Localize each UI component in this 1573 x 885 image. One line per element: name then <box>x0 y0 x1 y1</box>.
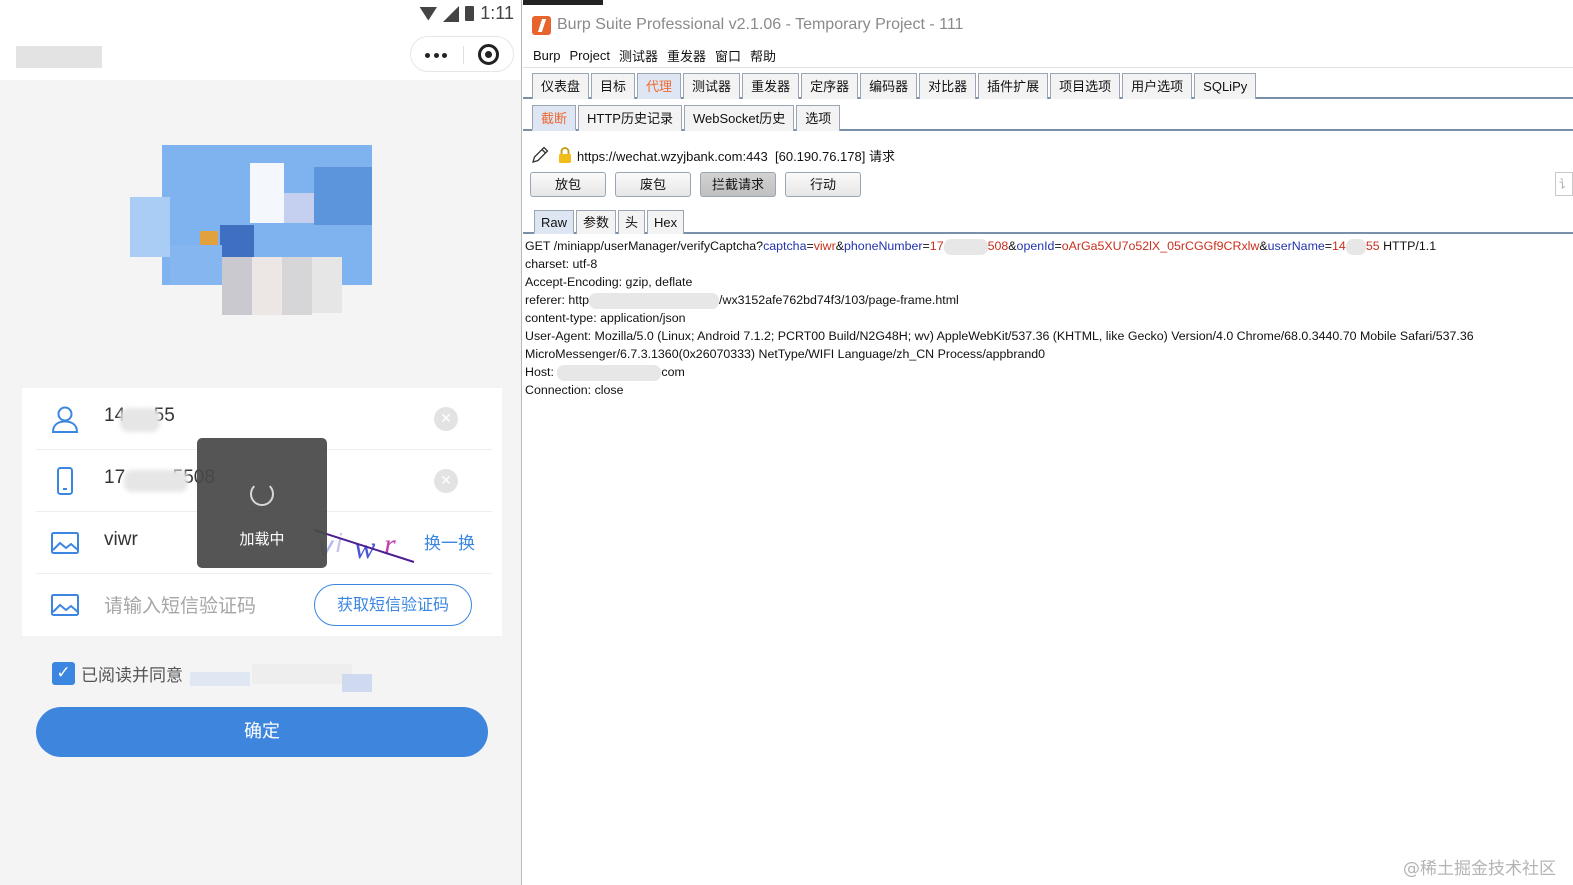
tab-headers[interactable]: 头 <box>618 210 646 234</box>
request-ip: [60.190.76.178] <box>775 149 866 164</box>
edit-pencil-icon[interactable] <box>530 145 550 165</box>
tab-intruder[interactable]: 测试器 <box>683 73 741 99</box>
request-target: https://wechat.wzyjbank.com:443 [60.190.… <box>577 146 895 165</box>
get-sms-code-button[interactable]: 获取短信验证码 <box>314 584 472 626</box>
wifi-icon <box>419 6 438 21</box>
signal-icon <box>443 5 460 22</box>
phone-icon <box>57 467 73 495</box>
tab-sqlipy[interactable]: SQLiPy <box>1194 73 1257 99</box>
agree-checkbox[interactable]: ✓ <box>52 661 75 685</box>
burp-logo-icon <box>532 16 551 35</box>
tab-decoder[interactable]: 编码器 <box>860 73 918 99</box>
header-connection: Connection: close <box>525 383 624 397</box>
clear-phone-icon[interactable]: ✕ <box>434 469 458 493</box>
proxy-tab-bar: 截断 HTTP历史记录 WebSocket历史 选项 <box>523 103 1573 131</box>
comment-field[interactable]: 讠 <box>1555 172 1573 196</box>
header-user-agent-cont: MicroMessenger/6.7.3.1360(0x26070333) Ne… <box>525 347 1046 361</box>
blurred-agreement-link[interactable] <box>190 664 390 692</box>
blurred-nav-title <box>16 46 102 68</box>
tab-sequencer[interactable]: 定序器 <box>801 73 859 99</box>
editor-tab-bar: Raw 参数 头 Hex <box>523 207 1573 234</box>
image-icon <box>51 532 79 554</box>
menu-project[interactable]: Project <box>569 48 609 63</box>
tab-params[interactable]: 参数 <box>576 210 617 234</box>
tab-extender[interactable]: 插件扩展 <box>978 73 1049 99</box>
tab-hex[interactable]: Hex <box>647 210 685 234</box>
status-bar: 1:11 <box>0 0 521 30</box>
agreement-row: ✓ 已阅读并同意 <box>52 661 183 686</box>
menu-repeater[interactable]: 重发器 <box>667 46 706 65</box>
mini-program-navbar <box>0 30 521 80</box>
request-line: GET /miniapp/userManager/verifyCaptcha?c… <box>525 238 1437 255</box>
drop-button[interactable]: 废包 <box>615 172 691 197</box>
tab-target[interactable]: 目标 <box>591 73 636 99</box>
menu-window[interactable]: 窗口 <box>715 46 741 65</box>
svg-text:i: i <box>336 528 343 558</box>
more-icon[interactable] <box>425 53 447 59</box>
loading-spinner-icon <box>250 482 274 506</box>
tab-intercept[interactable]: 截断 <box>532 105 577 131</box>
request-label: 请求 <box>868 149 895 164</box>
header-referer: referer: http/wx3152afe762bd74f3/103/pag… <box>525 292 959 309</box>
phone-screen: 1:11 14 55 ✕ 17 5508 ✕ viwr i r 换一换 请输入短… <box>0 0 522 885</box>
tab-websocket-history[interactable]: WebSocket历史 <box>683 105 795 131</box>
main-tab-bar: 仪表盘 目标 代理 测试器 重发器 定序器 编码器 对比器 插件扩展 项目选项 … <box>523 70 1573 99</box>
tab-http-history[interactable]: HTTP历史记录 <box>578 105 682 131</box>
blurred-logo <box>130 145 374 317</box>
user-icon <box>51 406 79 433</box>
tab-dashboard[interactable]: 仪表盘 <box>532 73 590 99</box>
status-time: 1:11 <box>480 3 514 23</box>
header-content-type: content-type: application/json <box>525 311 686 325</box>
header-host: Host: com <box>525 364 685 381</box>
sms-row: 请输入短信验证码 获取短信验证码 <box>36 574 492 636</box>
raw-request-editor[interactable]: GET /miniapp/userManager/verifyCaptcha?c… <box>523 236 1573 885</box>
burp-window: Burp Suite Professional v2.1.06 - Tempor… <box>523 0 1573 885</box>
request-target-line: https://wechat.wzyjbank.com:443 [60.190.… <box>523 140 1573 166</box>
window-title: Burp Suite Professional v2.1.06 - Tempor… <box>557 16 964 33</box>
agreement-label: 已阅读并同意 <box>81 665 183 686</box>
forward-button[interactable]: 放包 <box>530 172 606 197</box>
refresh-captcha-link[interactable]: 换一换 <box>424 529 475 554</box>
menu-help[interactable]: 帮助 <box>750 46 776 65</box>
header-charset: charset: utf-8 <box>525 257 598 271</box>
image-icon <box>51 594 79 616</box>
menu-bar: Burp Project 测试器 重发器 窗口 帮助 <box>523 44 1573 68</box>
tab-user-options[interactable]: 用户选项 <box>1122 73 1193 99</box>
header-user-agent: User-Agent: Mozilla/5.0 (Linux; Android … <box>525 329 1474 343</box>
menu-intruder[interactable]: 测试器 <box>619 46 658 65</box>
confirm-button[interactable]: 确定 <box>36 707 488 757</box>
tab-repeater[interactable]: 重发器 <box>742 73 800 99</box>
battery-icon <box>465 6 475 21</box>
mini-program-capsule <box>410 36 514 72</box>
loading-toast: 加载中 <box>197 438 327 568</box>
title-bar: Burp Suite Professional v2.1.06 - Tempor… <box>523 6 1573 44</box>
header-accept-encoding: Accept-Encoding: gzip, deflate <box>525 275 693 289</box>
captcha-field[interactable]: viwr <box>104 529 138 551</box>
tab-comparer[interactable]: 对比器 <box>919 73 977 99</box>
tab-raw[interactable]: Raw <box>534 210 575 234</box>
menu-burp[interactable]: Burp <box>533 48 560 63</box>
intercept-toggle-button[interactable]: 拦截请求 <box>700 172 776 197</box>
request-url: https://wechat.wzyjbank.com:443 <box>577 149 768 164</box>
watermark: @稀土掘金技术社区 <box>1403 859 1556 879</box>
action-button[interactable]: 行动 <box>785 172 861 197</box>
tab-options[interactable]: 选项 <box>796 105 841 131</box>
tab-project-options[interactable]: 项目选项 <box>1050 73 1121 99</box>
close-mini-program-icon[interactable] <box>478 44 499 65</box>
sms-code-input[interactable]: 请输入短信验证码 <box>104 591 256 618</box>
clear-username-icon[interactable]: ✕ <box>434 407 458 431</box>
captcha-image[interactable]: v i w r <box>314 518 418 568</box>
lock-icon <box>559 147 571 163</box>
tab-proxy[interactable]: 代理 <box>637 73 682 99</box>
loading-text: 加载中 <box>239 530 285 548</box>
